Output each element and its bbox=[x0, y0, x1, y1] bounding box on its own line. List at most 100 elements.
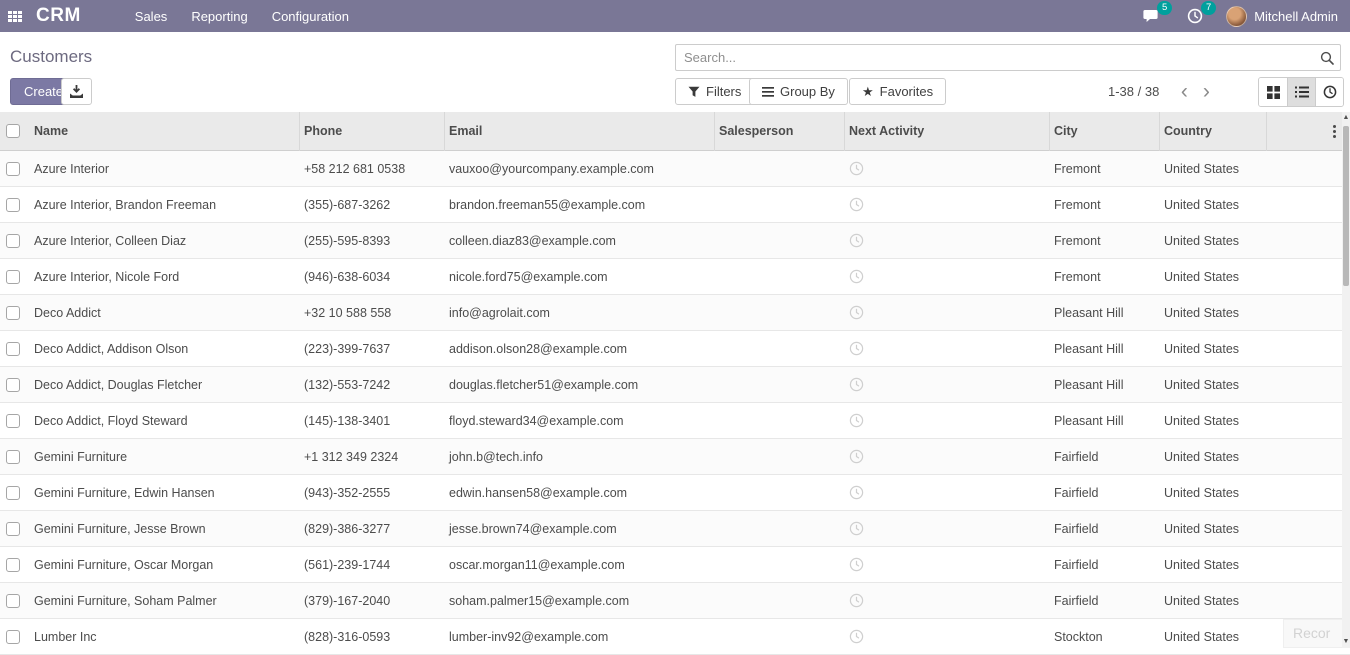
cell-phone: +1 312 349 2324 bbox=[300, 450, 445, 464]
favorites-label: Favorites bbox=[880, 84, 933, 99]
row-checkbox[interactable] bbox=[6, 342, 20, 356]
row-checkbox[interactable] bbox=[6, 306, 20, 320]
header-next-activity[interactable]: Next Activity bbox=[845, 112, 1050, 151]
row-checkbox[interactable] bbox=[6, 414, 20, 428]
table-row[interactable]: Gemini Furniture, Soham Palmer (379)-167… bbox=[0, 583, 1350, 619]
cell-country: United States bbox=[1160, 594, 1267, 608]
cell-next-activity bbox=[845, 377, 1050, 392]
next-activity-clock-icon[interactable] bbox=[849, 305, 864, 320]
table-row[interactable]: Deco Addict, Addison Olson (223)-399-763… bbox=[0, 331, 1350, 367]
cell-email: douglas.fletcher51@example.com bbox=[445, 378, 715, 392]
table-row[interactable]: Gemini Furniture +1 312 349 2324 john.b@… bbox=[0, 439, 1350, 475]
menu-sales[interactable]: Sales bbox=[123, 0, 180, 32]
scrollbar-thumb[interactable] bbox=[1343, 126, 1349, 286]
cell-email: nicole.ford75@example.com bbox=[445, 270, 715, 284]
cell-country: United States bbox=[1160, 162, 1267, 176]
table-row[interactable]: Deco Addict +32 10 588 558 info@agrolait… bbox=[0, 295, 1350, 331]
next-activity-clock-icon[interactable] bbox=[849, 377, 864, 392]
apps-menu-button[interactable] bbox=[0, 0, 30, 32]
cell-name: Gemini Furniture, Jesse Brown bbox=[30, 522, 300, 536]
next-activity-clock-icon[interactable] bbox=[849, 485, 864, 500]
cell-next-activity bbox=[845, 233, 1050, 248]
kanban-icon bbox=[1267, 86, 1280, 99]
row-select-cell bbox=[0, 342, 30, 356]
cell-email: brandon.freeman55@example.com bbox=[445, 198, 715, 212]
cell-next-activity bbox=[845, 197, 1050, 212]
cell-city: Fremont bbox=[1050, 270, 1160, 284]
kanban-view-button[interactable] bbox=[1259, 78, 1287, 106]
row-checkbox[interactable] bbox=[6, 522, 20, 536]
next-activity-clock-icon[interactable] bbox=[849, 341, 864, 356]
search-input[interactable] bbox=[676, 50, 1314, 65]
tooltip: Recor bbox=[1283, 619, 1345, 648]
optional-columns-icon[interactable] bbox=[1332, 123, 1336, 140]
search-icon[interactable] bbox=[1314, 51, 1340, 65]
header-country[interactable]: Country bbox=[1160, 112, 1267, 151]
row-select-cell bbox=[0, 594, 30, 608]
cell-city: Pleasant Hill bbox=[1050, 414, 1160, 428]
row-checkbox[interactable] bbox=[6, 378, 20, 392]
header-name[interactable]: Name bbox=[30, 112, 300, 151]
next-activity-clock-icon[interactable] bbox=[849, 413, 864, 428]
favorites-button[interactable]: ★ Favorites bbox=[849, 78, 946, 105]
cell-email: soham.palmer15@example.com bbox=[445, 594, 715, 608]
row-checkbox[interactable] bbox=[6, 630, 20, 644]
next-activity-clock-icon[interactable] bbox=[849, 161, 864, 176]
list-view-button[interactable] bbox=[1287, 78, 1315, 106]
table-row[interactable]: Gemini Furniture, Edwin Hansen (943)-352… bbox=[0, 475, 1350, 511]
table-row[interactable]: Azure Interior, Brandon Freeman (355)-68… bbox=[0, 187, 1350, 223]
next-activity-clock-icon[interactable] bbox=[849, 629, 864, 644]
next-activity-clock-icon[interactable] bbox=[849, 521, 864, 536]
cell-name: Deco Addict, Addison Olson bbox=[30, 342, 300, 356]
table-row[interactable]: Azure Interior, Colleen Diaz (255)-595-8… bbox=[0, 223, 1350, 259]
table-row[interactable]: Deco Addict, Floyd Steward (145)-138-340… bbox=[0, 403, 1350, 439]
row-checkbox[interactable] bbox=[6, 270, 20, 284]
scroll-down-icon[interactable]: ▼ bbox=[1342, 636, 1350, 648]
next-activity-clock-icon[interactable] bbox=[849, 269, 864, 284]
table-row[interactable]: Lumber Inc (828)-316-0593 lumber-inv92@e… bbox=[0, 619, 1350, 655]
next-activity-clock-icon[interactable] bbox=[849, 233, 864, 248]
scroll-up-icon[interactable]: ▲ bbox=[1342, 112, 1350, 124]
select-all-checkbox[interactable] bbox=[6, 124, 20, 138]
activity-view-button[interactable] bbox=[1315, 78, 1343, 106]
row-select-cell bbox=[0, 306, 30, 320]
group-by-button[interactable]: Group By bbox=[749, 78, 848, 105]
table-row[interactable]: Gemini Furniture, Oscar Morgan (561)-239… bbox=[0, 547, 1350, 583]
row-checkbox[interactable] bbox=[6, 558, 20, 572]
vertical-scrollbar[interactable]: ▲ ▼ bbox=[1342, 112, 1350, 648]
row-checkbox[interactable] bbox=[6, 162, 20, 176]
filters-button[interactable]: Filters bbox=[675, 78, 754, 105]
table-row[interactable]: Deco Addict, Douglas Fletcher (132)-553-… bbox=[0, 367, 1350, 403]
next-activity-clock-icon[interactable] bbox=[849, 593, 864, 608]
table-row[interactable]: Azure Interior +58 212 681 0538 vauxoo@y… bbox=[0, 151, 1350, 187]
app-brand[interactable]: CRM bbox=[30, 5, 95, 27]
cell-phone: (561)-239-1744 bbox=[300, 558, 445, 572]
user-menu[interactable]: Mitchell Admin bbox=[1254, 9, 1350, 24]
user-avatar[interactable] bbox=[1226, 6, 1247, 27]
download-icon bbox=[70, 85, 83, 98]
next-activity-clock-icon[interactable] bbox=[849, 557, 864, 572]
table-row[interactable]: Azure Interior, Nicole Ford (946)-638-60… bbox=[0, 259, 1350, 295]
messages-button[interactable]: 5 bbox=[1138, 0, 1164, 32]
menu-configuration[interactable]: Configuration bbox=[260, 0, 361, 32]
header-email[interactable]: Email bbox=[445, 112, 715, 151]
pager-previous-button[interactable]: ‹ bbox=[1173, 82, 1195, 102]
list-header: Name Phone Email Salesperson Next Activi… bbox=[0, 112, 1350, 151]
header-salesperson[interactable]: Salesperson bbox=[715, 112, 845, 151]
row-select-cell bbox=[0, 234, 30, 248]
header-phone[interactable]: Phone bbox=[300, 112, 445, 151]
cell-next-activity bbox=[845, 485, 1050, 500]
row-checkbox[interactable] bbox=[6, 594, 20, 608]
row-checkbox[interactable] bbox=[6, 486, 20, 500]
row-checkbox[interactable] bbox=[6, 234, 20, 248]
header-city[interactable]: City bbox=[1050, 112, 1160, 151]
activities-button[interactable]: 7 bbox=[1182, 0, 1208, 32]
export-button[interactable] bbox=[61, 78, 92, 105]
next-activity-clock-icon[interactable] bbox=[849, 449, 864, 464]
menu-reporting[interactable]: Reporting bbox=[179, 0, 259, 32]
next-activity-clock-icon[interactable] bbox=[849, 197, 864, 212]
pager-next-button[interactable]: › bbox=[1195, 82, 1217, 102]
row-checkbox[interactable] bbox=[6, 450, 20, 464]
row-checkbox[interactable] bbox=[6, 198, 20, 212]
table-row[interactable]: Gemini Furniture, Jesse Brown (829)-386-… bbox=[0, 511, 1350, 547]
